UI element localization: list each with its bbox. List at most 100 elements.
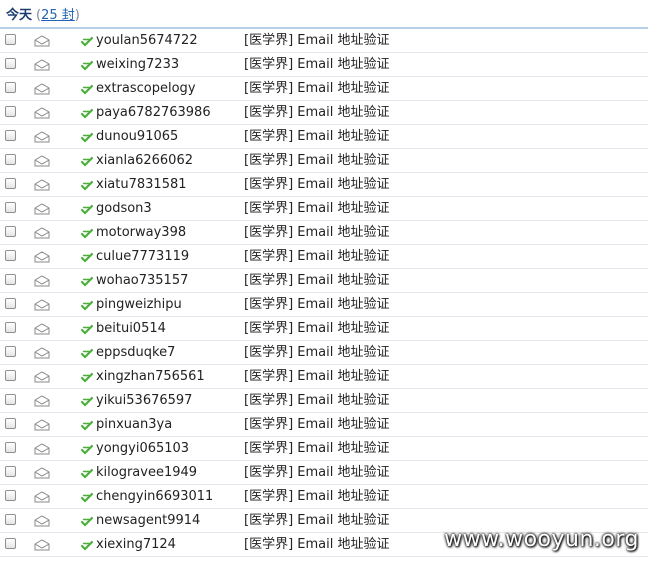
mail-row[interactable]: paya6782763986 [医学界] Email 地址验证 xyxy=(0,101,648,125)
checkbox-icon[interactable] xyxy=(5,226,16,237)
mail-sender[interactable]: chengyin6693011 xyxy=(96,488,213,505)
mail-subject[interactable]: [医学界] Email 地址验证 xyxy=(244,200,389,217)
mail-subject[interactable]: [医学界] Email 地址验证 xyxy=(244,272,389,289)
verified-tag-icon xyxy=(80,60,94,71)
verified-tag-icon xyxy=(80,156,94,167)
mail-sender[interactable]: youlan5674722 xyxy=(96,32,198,49)
mail-row[interactable]: extrascopelogy [医学界] Email 地址验证 xyxy=(0,77,648,101)
verified-tag-icon xyxy=(80,252,94,263)
checkbox-icon[interactable] xyxy=(5,418,16,429)
envelope-icon xyxy=(34,83,50,95)
mail-row[interactable]: youlan5674722 [医学界] Email 地址验证 xyxy=(0,29,648,53)
mail-row[interactable]: kilogravee1949 [医学界] Email 地址验证 xyxy=(0,461,648,485)
mail-subject[interactable]: [医学界] Email 地址验证 xyxy=(244,320,389,337)
mail-sender[interactable]: wohao735157 xyxy=(96,272,188,289)
mail-row[interactable]: eppsduqke7 [医学界] Email 地址验证 xyxy=(0,341,648,365)
checkbox-icon[interactable] xyxy=(5,322,16,333)
mail-row[interactable]: godson3 [医学界] Email 地址验证 xyxy=(0,197,648,221)
checkbox-icon[interactable] xyxy=(5,298,16,309)
mail-row[interactable]: motorway398 [医学界] Email 地址验证 xyxy=(0,221,648,245)
mail-subject[interactable]: [医学界] Email 地址验证 xyxy=(244,104,389,121)
mail-sender[interactable]: xiexing7124 xyxy=(96,536,176,553)
envelope-icon xyxy=(34,515,50,527)
mail-row[interactable]: xianla6266062 [医学界] Email 地址验证 xyxy=(0,149,648,173)
checkbox-icon[interactable] xyxy=(5,58,16,69)
site-watermark: www.wooyun.org xyxy=(444,527,639,552)
checkbox-icon[interactable] xyxy=(5,178,16,189)
verified-tag-icon xyxy=(80,36,94,47)
envelope-icon xyxy=(34,491,50,503)
mail-subject[interactable]: [医学界] Email 地址验证 xyxy=(244,440,389,457)
mail-sender[interactable]: kilogravee1949 xyxy=(96,464,197,481)
mail-sender[interactable]: xingzhan756561 xyxy=(96,368,205,385)
checkbox-icon[interactable] xyxy=(5,106,16,117)
mail-subject[interactable]: [医学界] Email 地址验证 xyxy=(244,464,389,481)
mail-sender[interactable]: dunou91065 xyxy=(96,128,178,145)
mail-sender[interactable]: newsagent9914 xyxy=(96,512,200,529)
checkbox-icon[interactable] xyxy=(5,250,16,261)
mail-row[interactable]: xingzhan756561 [医学界] Email 地址验证 xyxy=(0,365,648,389)
mail-subject[interactable]: [医学界] Email 地址验证 xyxy=(244,296,389,313)
mail-subject[interactable]: [医学界] Email 地址验证 xyxy=(244,152,389,169)
mail-sender[interactable]: weixing7233 xyxy=(96,56,179,73)
mail-sender[interactable]: yikui53676597 xyxy=(96,392,192,409)
envelope-icon xyxy=(34,419,50,431)
mail-subject[interactable]: [医学界] Email 地址验证 xyxy=(244,128,389,145)
mail-subject[interactable]: [医学界] Email 地址验证 xyxy=(244,512,389,529)
mail-sender[interactable]: godson3 xyxy=(96,200,152,217)
mail-subject[interactable]: [医学界] Email 地址验证 xyxy=(244,392,389,409)
mail-row[interactable]: yikui53676597 [医学界] Email 地址验证 xyxy=(0,389,648,413)
mail-sender[interactable]: culue7773119 xyxy=(96,248,189,265)
mail-sender[interactable]: extrascopelogy xyxy=(96,80,196,97)
mail-row[interactable]: wohao735157 [医学界] Email 地址验证 xyxy=(0,269,648,293)
checkbox-icon[interactable] xyxy=(5,442,16,453)
mail-subject[interactable]: [医学界] Email 地址验证 xyxy=(244,416,389,433)
mail-sender[interactable]: eppsduqke7 xyxy=(96,344,175,361)
mail-row[interactable]: beitui0514 [医学界] Email 地址验证 xyxy=(0,317,648,341)
checkbox-icon[interactable] xyxy=(5,274,16,285)
mail-sender[interactable]: xianla6266062 xyxy=(96,152,193,169)
mail-count-link[interactable]: 25 封 xyxy=(41,8,75,23)
mail-subject[interactable]: [医学界] Email 地址验证 xyxy=(244,536,389,553)
mail-sender[interactable]: pingweizhipu xyxy=(96,296,182,313)
envelope-icon xyxy=(34,275,50,287)
checkbox-icon[interactable] xyxy=(5,514,16,525)
checkbox-icon[interactable] xyxy=(5,490,16,501)
checkbox-icon[interactable] xyxy=(5,538,16,549)
mail-row[interactable]: dunou91065 [医学界] Email 地址验证 xyxy=(0,125,648,149)
mail-subject[interactable]: [医学界] Email 地址验证 xyxy=(244,56,389,73)
mail-subject[interactable]: [医学界] Email 地址验证 xyxy=(244,32,389,49)
mail-sender[interactable]: motorway398 xyxy=(96,224,186,241)
mail-row[interactable]: culue7773119 [医学界] Email 地址验证 xyxy=(0,245,648,269)
verified-tag-icon xyxy=(80,300,94,311)
checkbox-icon[interactable] xyxy=(5,82,16,93)
mail-sender[interactable]: pinxuan3ya xyxy=(96,416,172,433)
mail-row[interactable]: weixing7233 [医学界] Email 地址验证 xyxy=(0,53,648,77)
checkbox-icon[interactable] xyxy=(5,34,16,45)
mail-row[interactable]: chengyin6693011 [医学界] Email 地址验证 xyxy=(0,485,648,509)
envelope-icon xyxy=(34,155,50,167)
mail-subject[interactable]: [医学界] Email 地址验证 xyxy=(244,248,389,265)
mail-row[interactable]: pingweizhipu [医学界] Email 地址验证 xyxy=(0,293,648,317)
mail-row[interactable]: yongyi065103 [医学界] Email 地址验证 xyxy=(0,437,648,461)
mail-subject[interactable]: [医学界] Email 地址验证 xyxy=(244,488,389,505)
mail-subject[interactable]: [医学界] Email 地址验证 xyxy=(244,176,389,193)
mail-sender[interactable]: beitui0514 xyxy=(96,320,166,337)
mail-subject[interactable]: [医学界] Email 地址验证 xyxy=(244,368,389,385)
mail-sender[interactable]: xiatu7831581 xyxy=(96,176,187,193)
mail-subject[interactable]: [医学界] Email 地址验证 xyxy=(244,344,389,361)
checkbox-icon[interactable] xyxy=(5,370,16,381)
mail-row[interactable]: pinxuan3ya [医学界] Email 地址验证 xyxy=(0,413,648,437)
mail-sender[interactable]: yongyi065103 xyxy=(96,440,189,457)
mail-sender[interactable]: paya6782763986 xyxy=(96,104,211,121)
mail-row[interactable]: xiatu7831581 [医学界] Email 地址验证 xyxy=(0,173,648,197)
checkbox-icon[interactable] xyxy=(5,154,16,165)
checkbox-icon[interactable] xyxy=(5,346,16,357)
checkbox-icon[interactable] xyxy=(5,202,16,213)
mail-subject[interactable]: [医学界] Email 地址验证 xyxy=(244,80,389,97)
mail-subject[interactable]: [医学界] Email 地址验证 xyxy=(244,224,389,241)
checkbox-icon[interactable] xyxy=(5,394,16,405)
verified-tag-icon xyxy=(80,132,94,143)
checkbox-icon[interactable] xyxy=(5,466,16,477)
checkbox-icon[interactable] xyxy=(5,130,16,141)
